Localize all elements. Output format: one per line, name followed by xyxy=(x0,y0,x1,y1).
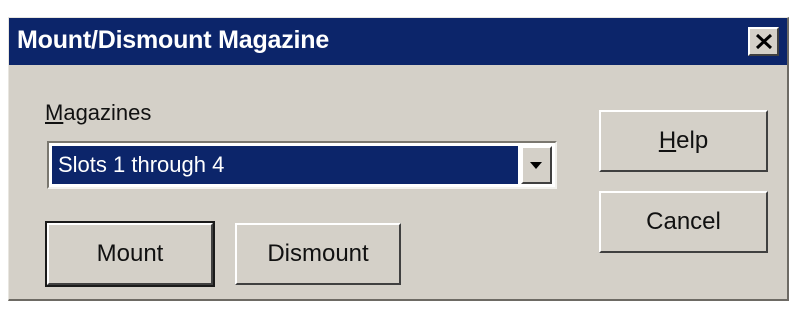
dismount-button[interactable]: Dismount xyxy=(235,223,401,285)
mount-button[interactable]: Mount xyxy=(45,221,215,287)
chevron-down-icon xyxy=(530,162,542,169)
magazines-selected-value: Slots 1 through 4 xyxy=(52,146,518,184)
magazines-label-rest: agazines xyxy=(63,100,152,125)
magazines-dropdown-button[interactable] xyxy=(521,146,552,184)
help-button-mnemonic: H xyxy=(658,127,677,154)
help-button-label-rest: elp xyxy=(676,127,709,154)
cancel-button[interactable]: Cancel xyxy=(599,191,768,253)
close-icon xyxy=(755,33,773,50)
title-bar[interactable]: Mount/Dismount Magazine xyxy=(9,18,787,65)
magazines-select[interactable]: Slots 1 through 4 xyxy=(47,141,557,189)
close-button[interactable] xyxy=(748,27,779,56)
magazines-label-mnemonic: M xyxy=(45,100,64,125)
help-button[interactable]: Help xyxy=(599,110,768,172)
dismount-button-label: Dismount xyxy=(267,240,369,267)
mount-button-label: Mount xyxy=(96,240,164,267)
help-button-label: Help xyxy=(659,112,708,170)
dialog-title: Mount/Dismount Magazine xyxy=(17,26,330,54)
cancel-button-label: Cancel xyxy=(646,208,721,235)
mount-dismount-dialog: Mount/Dismount Magazine Magazines Slots … xyxy=(8,17,789,301)
magazines-label: Magazines xyxy=(45,100,151,126)
